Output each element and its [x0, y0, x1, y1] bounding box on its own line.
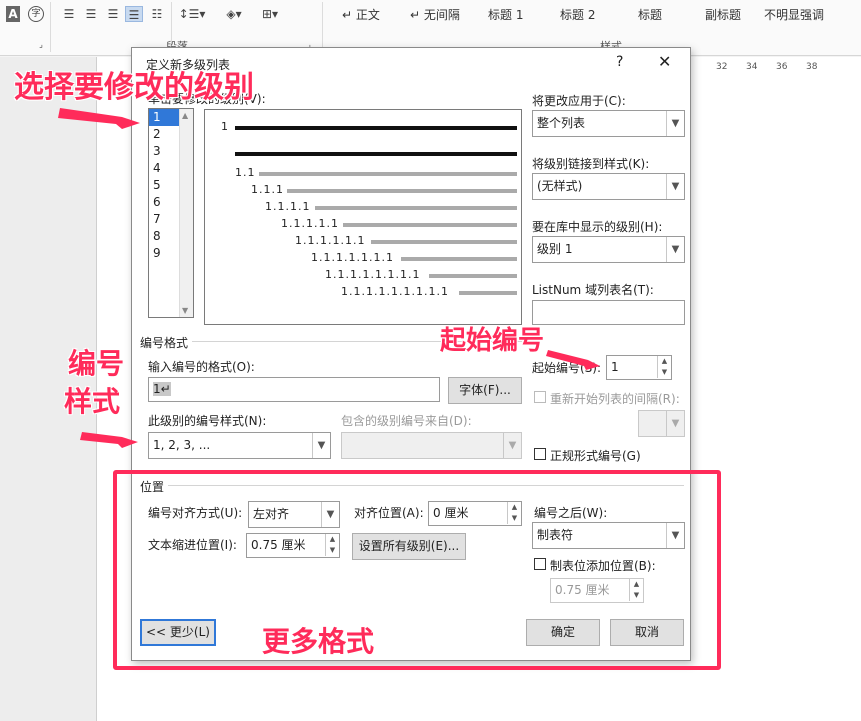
- annotation-select-level: 选择要修改的级别: [14, 70, 254, 105]
- arrow-icon: [80, 432, 138, 448]
- arrow-icon: [546, 350, 600, 370]
- annotation-more-format: 更多格式: [262, 625, 375, 658]
- arrow-icon: [58, 108, 140, 129]
- annotation-numbering-style-1: 编号: [68, 347, 125, 380]
- annotation-arrows: [58, 108, 600, 448]
- annotation-numbering-style-2: 样式: [64, 385, 121, 418]
- annotation-start-number: 起始编号: [440, 326, 545, 356]
